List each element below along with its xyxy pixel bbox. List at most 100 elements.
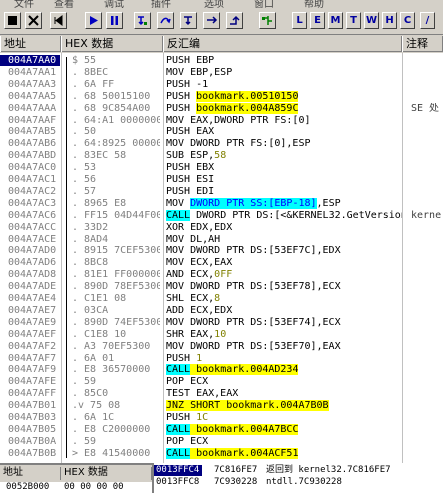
disasm-row[interactable]: 004A7AF7 . 6A 01 PUSH 1 (0, 353, 443, 364)
window-button-w[interactable]: W (364, 12, 379, 29)
menu-item[interactable]: 文件 (14, 0, 34, 8)
goto-icon[interactable] (259, 12, 276, 29)
row-hex: .v 75 08 (72, 400, 121, 412)
disasm-row[interactable]: 004A7AB6 . 64:8925 000000 MOV DWORD PTR FS… (0, 138, 443, 149)
disasm-row[interactable]: 004A7ADE . 890D 78EF5300 MOV DWORD PTR DS:… (0, 281, 443, 292)
disasm-row[interactable]: 004A7AC6 . FF15 04D44F00 CALL DWORD PTR DS… (0, 209, 443, 221)
disasm-row[interactable]: 004A7ACE . 8AD4 MOV DL,AH (0, 234, 443, 245)
row-comment (411, 150, 443, 161)
disasm-row[interactable]: 004A7AFE . 59 POP ECX (0, 376, 443, 387)
disassembly-pane[interactable]: 004A7AA0 $ 55 PUSH EBP 004A7AA1 . 8BEC MOV EB… (0, 53, 443, 463)
window-button-h[interactable]: H (382, 12, 397, 29)
disasm-row[interactable]: 004A7B0A . 59 POP ECX (0, 436, 443, 447)
disasm-row[interactable]: 004A7AAF . 64:A1 0000000 MOV EAX,DWORD PTR… (0, 115, 443, 126)
pause-icon[interactable] (106, 12, 123, 29)
disasm-row[interactable]: 004A7AF2 . A3 70EF5300 MOV DWORD PTR DS:[5… (0, 341, 443, 352)
menu-item[interactable]: 插件 (151, 0, 171, 8)
restart-icon[interactable] (50, 12, 67, 29)
row-hex: . 64:A1 0000000 (72, 114, 160, 126)
row-comment (411, 424, 443, 435)
row-comment (411, 67, 443, 78)
row-address: 004A7B03 (8, 412, 57, 423)
disasm-row[interactable]: 004A7AA0 $ 55 PUSH EBP (0, 55, 443, 66)
disasm-row[interactable]: 004A7B03 . 6A 1C PUSH 1C (0, 412, 443, 423)
row-hex: . 53 (72, 162, 97, 174)
row-address: 004A7AE7 (8, 304, 57, 316)
window-button-l[interactable]: L (292, 12, 307, 29)
disasm-row[interactable]: 004A7AA3 . 6A FF PUSH -1 (0, 79, 443, 90)
step-over-icon[interactable] (157, 12, 174, 29)
stack-row[interactable]: 0013FFC4 7C816FE7 返回到 kernel32.7C816FE7 (154, 465, 443, 476)
row-disasm: SHR EAX,10 (166, 328, 227, 340)
row-comment (411, 79, 443, 90)
disasm-row[interactable]: 004A7AFF . 85C0 TEST EAX,EAX (0, 388, 443, 399)
disasm-row[interactable]: 004A7AC0 . 53 PUSH EBX (0, 162, 443, 173)
stack-pane[interactable]: 0013FFC4 7C816FE7 返回到 kernel32.7C816FE7 001… (152, 463, 443, 493)
trace-over-icon[interactable] (203, 12, 220, 29)
disasm-row[interactable]: 004A7AA1 . 8BEC MOV EBP,ESP (0, 67, 443, 78)
row-comment (411, 245, 443, 256)
menu-item[interactable]: 窗口 (254, 0, 274, 8)
run-icon[interactable] (85, 12, 102, 29)
disasm-row[interactable]: 004A7B01 .v 75 08 JNZ SHORT bookmark.004A7… (0, 400, 443, 412)
row-hex: . 57 (72, 185, 97, 197)
row-comment (411, 341, 443, 352)
close-icon[interactable] (25, 12, 42, 29)
window-button-slash[interactable]: / (420, 12, 435, 29)
menu-item[interactable]: 调试 (104, 0, 124, 8)
header-address[interactable]: 地址 (0, 36, 61, 52)
disasm-row[interactable]: 004A7AD6 . 8BC8 MOV ECX,EAX (0, 257, 443, 268)
step-into-icon[interactable] (134, 12, 151, 29)
row-address: 004A7AF7 (8, 352, 57, 364)
menu-item[interactable]: 帮助 (304, 0, 324, 8)
row-address: 004A7AFF (8, 388, 57, 400)
disasm-row[interactable]: 004A7AC1 . 56 PUSH ESI (0, 174, 443, 185)
header-comment[interactable]: 注释 (402, 36, 443, 52)
row-hex: . 8915 7CEF5300 (72, 245, 160, 257)
window-button-c[interactable]: C (400, 12, 415, 29)
disasm-row[interactable]: 004A7AA5 . 68 50015100 PUSH bookmark.00510… (0, 90, 443, 102)
disasm-row[interactable]: 004A7AEF . C1E8 10 SHR EAX,10 (0, 329, 443, 340)
window-button-m[interactable]: M (328, 12, 343, 29)
dump-header-address: 地址 (0, 467, 61, 480)
stack-row[interactable]: 0013FFC8 7C930228 ntdll.7C930228 (154, 477, 443, 488)
disasm-row[interactable]: 004A7AE9 . 890D 74EF5300 MOV DWORD PTR DS:… (0, 317, 443, 328)
disasm-row[interactable]: 004A7AC3 . 8965 E8 MOV DWORD PTR SS:[EBP-1… (0, 197, 443, 209)
disasm-row[interactable]: 004A7ABD . 83EC 58 SUB ESP,58 (0, 150, 443, 161)
row-comment (411, 234, 443, 245)
disasm-row[interactable]: 004A7B05 . E8 C2000000 CALL bookmark.004A7… (0, 423, 443, 435)
row-hex: $ 55 (72, 55, 97, 66)
stop-icon[interactable] (4, 12, 21, 29)
disasm-row[interactable]: 004A7ACC . 33D2 XOR EDX,EDX (0, 222, 443, 233)
row-disasm: CALL bookmark.004ACF51 (166, 447, 299, 459)
disasm-row[interactable]: 004A7AE7 . 03CA ADD ECX,EDX (0, 305, 443, 316)
stack-address: 0013FFC8 (156, 477, 200, 487)
menu-item[interactable]: 选项 (204, 0, 224, 8)
row-comment (411, 126, 443, 137)
row-disasm: MOV EAX,DWORD PTR FS:[0] (166, 114, 311, 126)
row-hex: . 6A 01 (72, 352, 115, 364)
disasm-row[interactable]: 004A7AAA . 68 9C854A00 PUSH bookmark.004A8… (0, 102, 443, 114)
row-disasm: MOV DWORD PTR DS:[53EF78],ECX (166, 281, 341, 293)
disasm-row[interactable]: 004A7AB5 . 50 PUSH EAX (0, 126, 443, 137)
header-hex[interactable]: HEX 数据 (61, 36, 163, 52)
disasm-row[interactable]: 004A7AC2 . 57 PUSH EDI (0, 186, 443, 197)
row-hex: . E8 C2000000 (72, 423, 151, 435)
execute-till-return-icon[interactable] (226, 12, 243, 29)
disasm-row[interactable]: 004A7B0B > E8 41540000 CALL bookmark.004AC… (0, 447, 443, 459)
header-disasm[interactable]: 反汇编 (163, 36, 402, 52)
disasm-row[interactable]: 004A7AF9 . E8 36570000 CALL bookmark.004AD… (0, 364, 443, 376)
disasm-row[interactable]: 004A7AD8 . 81E1 FF000000 AND ECX,0FF (0, 269, 443, 280)
window-button-t[interactable]: T (346, 12, 361, 29)
window-button-e[interactable]: E (310, 12, 325, 29)
row-comment (411, 376, 443, 387)
row-disasm: PUSH 1 (166, 352, 203, 364)
disasm-row[interactable]: 004A7AD0 . 8915 7CEF5300 MOV DWORD PTR DS:… (0, 245, 443, 256)
row-address: 004A7B0B (8, 447, 57, 459)
row-comment (411, 305, 443, 316)
row-hex: . 56 (72, 174, 97, 185)
trace-into-icon[interactable] (180, 12, 197, 29)
row-disasm: PUSH 1C (166, 412, 209, 423)
disasm-row[interactable]: 004A7AE4 . C1E1 08 SHL ECX,8 (0, 293, 443, 304)
menu-item[interactable]: 查看 (54, 0, 74, 8)
